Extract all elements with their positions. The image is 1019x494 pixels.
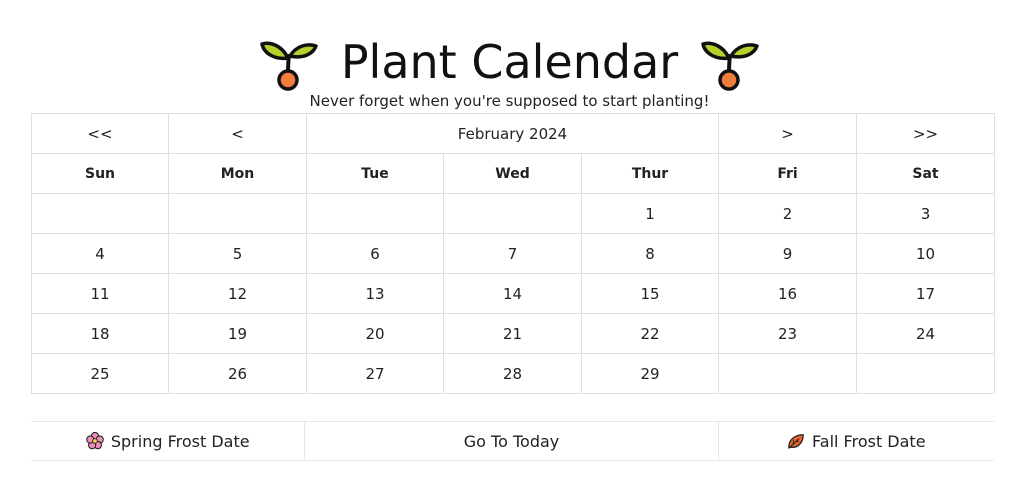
day-cell[interactable]: 22	[580, 313, 720, 354]
day-cell[interactable]: 27	[306, 353, 444, 394]
page-subtitle: Never forget when you're supposed to sta…	[309, 92, 710, 110]
prev-month-button[interactable]: <	[168, 113, 307, 154]
day-cell[interactable]: 5	[168, 233, 307, 274]
day-cell[interactable]: 23	[718, 313, 858, 354]
week-row: 25 26 27 28 29	[31, 353, 996, 394]
day-cell[interactable]: 2	[718, 193, 858, 234]
fall-frost-label: Fall Frost Date	[812, 431, 926, 451]
cherry-blossom-icon	[86, 432, 104, 450]
page-title: Plant Calendar	[340, 35, 679, 89]
spring-frost-button[interactable]: Spring Frost Date	[31, 422, 306, 460]
go-to-today-button[interactable]: Go To Today	[305, 422, 719, 460]
day-cell[interactable]: 6	[306, 233, 444, 274]
day-cell[interactable]	[306, 193, 444, 234]
day-cell[interactable]: 1	[580, 193, 720, 234]
fall-frost-button[interactable]: Fall Frost Date	[719, 422, 994, 460]
prev-year-button[interactable]: <<	[31, 113, 169, 154]
day-cell[interactable]	[168, 193, 307, 234]
day-cell[interactable]: 7	[443, 233, 582, 274]
day-cell[interactable]: 19	[168, 313, 307, 354]
day-cell[interactable]: 26	[168, 353, 307, 394]
action-bar: Spring Frost Date Go To Today Fall Frost…	[31, 421, 994, 461]
weekday-header: Tue	[306, 153, 444, 194]
day-cell[interactable]	[443, 193, 582, 234]
day-cell[interactable]: 13	[306, 273, 444, 314]
day-cell[interactable]: 20	[306, 313, 444, 354]
day-cell[interactable]: 29	[580, 353, 720, 394]
week-row: 4 5 6 7 8 9 10	[31, 233, 996, 274]
seedling-icon	[260, 41, 318, 91]
weekday-header: Sun	[31, 153, 169, 194]
weekday-header: Fri	[718, 153, 858, 194]
day-cell[interactable]: 12	[168, 273, 307, 314]
go-to-today-label: Go To Today	[463, 431, 560, 451]
week-row: 18 19 20 21 22 23 24	[31, 313, 996, 354]
day-cell[interactable]: 14	[443, 273, 582, 314]
day-cell[interactable]: 24	[856, 313, 996, 354]
weekday-header: Sat	[856, 153, 996, 194]
day-cell[interactable]	[718, 353, 858, 394]
next-month-button[interactable]: >	[718, 113, 858, 154]
day-cell[interactable]: 15	[580, 273, 720, 314]
calendar-table: << < February 2024 > >> Sun Mon Tue Wed …	[31, 113, 996, 394]
day-cell[interactable]: 9	[718, 233, 858, 274]
day-cell[interactable]: 21	[443, 313, 582, 354]
next-year-button[interactable]: >>	[856, 113, 996, 154]
fallen-leaf-icon	[788, 434, 804, 449]
seedling-icon	[701, 41, 759, 91]
day-cell[interactable]	[31, 193, 169, 234]
header: Plant Calendar	[0, 30, 1019, 94]
day-cell[interactable]: 17	[856, 273, 996, 314]
weekday-header: Mon	[168, 153, 307, 194]
day-cell[interactable]: 18	[31, 313, 169, 354]
day-cell[interactable]: 28	[443, 353, 582, 394]
day-cell[interactable]: 10	[856, 233, 996, 274]
week-row: 11 12 13 14 15 16 17	[31, 273, 996, 314]
day-cell[interactable]: 16	[718, 273, 858, 314]
weekday-header: Wed	[443, 153, 582, 194]
day-cell[interactable]	[856, 353, 996, 394]
calendar-nav-row: << < February 2024 > >>	[31, 113, 996, 154]
weekday-header: Thur	[580, 153, 720, 194]
day-cell[interactable]: 25	[31, 353, 169, 394]
weekday-header-row: Sun Mon Tue Wed Thur Fri Sat	[31, 153, 996, 194]
month-label: February 2024	[305, 113, 720, 154]
day-cell[interactable]: 8	[580, 233, 720, 274]
day-cell[interactable]: 11	[31, 273, 169, 314]
week-row: 1 2 3	[31, 193, 996, 234]
day-cell[interactable]: 4	[31, 233, 169, 274]
day-cell[interactable]: 3	[856, 193, 996, 234]
spring-frost-label: Spring Frost Date	[110, 431, 250, 451]
